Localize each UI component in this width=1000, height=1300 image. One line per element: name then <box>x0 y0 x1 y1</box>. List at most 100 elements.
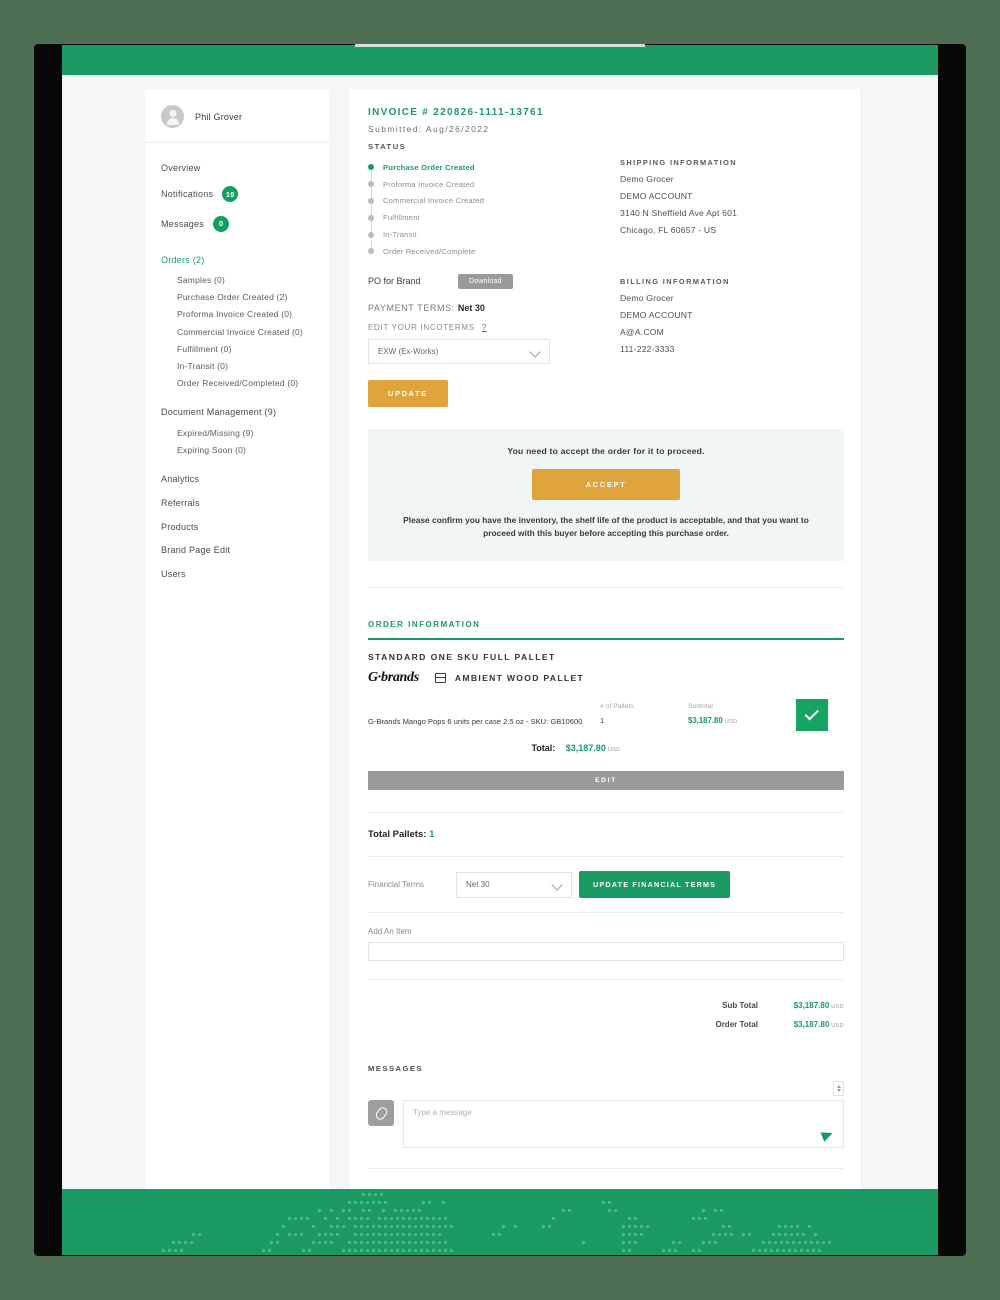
po-for-brand-label: PO for Brand <box>368 276 421 287</box>
incoterms-select[interactable]: EXW (Ex-Works) <box>368 338 550 364</box>
status-step: Proforma Invoice Created <box>368 176 614 193</box>
items-total-label: Total: <box>531 743 556 754</box>
status-heading: STATUS <box>368 142 407 151</box>
sidebar-item-label: Overview <box>161 162 201 173</box>
sidebar-item-in-transit[interactable]: In-Transit (0) <box>161 357 329 374</box>
update-financial-terms-button[interactable]: UPDATE FINANCIAL TERMS <box>579 871 731 899</box>
add-item-input[interactable] <box>368 942 844 962</box>
status-dot-icon <box>368 164 374 171</box>
sidebar-item-label: Orders (2) <box>161 254 205 265</box>
sidebar-item-label: Messages <box>161 218 205 229</box>
add-item-label: Add An Item <box>368 927 412 937</box>
send-icon[interactable] <box>820 1128 835 1142</box>
avatar <box>161 105 184 128</box>
sidebar-item-label: Brand Page Edit <box>161 545 231 556</box>
line-items: # of Pallets Subtotal G-Brands Mango Pop… <box>368 699 844 732</box>
accept-button[interactable]: ACCEPT <box>532 468 680 500</box>
profile[interactable]: Phil Grover <box>145 103 329 142</box>
total-pallets-value: 1 <box>429 829 435 841</box>
sidebar-item-document-management[interactable]: Document Management (9) <box>161 401 329 425</box>
status-dot-icon <box>368 214 374 221</box>
items-total-value: $3,187.80 <box>565 743 606 754</box>
sidebar-item-label: Users <box>161 568 186 579</box>
order-information-heading: ORDER INFORMATION <box>368 619 481 629</box>
status-timeline: Purchase Order Created Proforma Invoice … <box>368 159 614 260</box>
line-item-row: G-Brands Mango Pops 6 units per case 2.5… <box>368 716 844 727</box>
sidebar-item-expiring-soon[interactable]: Expiring Soon (0) <box>161 441 329 458</box>
sidebar-item-samples[interactable]: Samples (0) <box>161 271 329 288</box>
invoice-columns: STATUS Purchase Order Created Proforma I… <box>368 134 844 407</box>
sidebar-item-products[interactable]: Products <box>161 515 329 539</box>
section-rule <box>368 637 844 641</box>
sidebar-item-overview[interactable]: Overview <box>161 156 329 180</box>
status-dot-icon <box>368 197 374 204</box>
sidebar-item-fulfillment[interactable]: Fulfillment (0) <box>161 340 329 357</box>
item-description: G-Brands Mango Pops 6 units per case 2.5… <box>368 717 583 727</box>
items-total-currency: USD <box>607 747 621 754</box>
sidebar-item-purchase-order-created[interactable]: Purchase Order Created (2) <box>161 289 329 306</box>
sidebar-item-label: Document Management (9) <box>161 407 277 418</box>
sidebar-item-messages[interactable]: Messages 0 <box>161 209 329 239</box>
divider <box>368 586 844 588</box>
total-pallets: Total Pallets: 1 <box>368 813 844 856</box>
items-total: Total: $3,187.80 USD <box>368 743 844 753</box>
status-step: Commercial Invoice Created <box>368 193 614 210</box>
shipping-line: Chicago, FL 60657 - US <box>620 225 717 235</box>
shipping-heading: SHIPPING INFORMATION <box>620 158 737 167</box>
status-label: Proforma Invoice Created <box>383 179 475 189</box>
incoterms-label: EDIT YOUR INCOTERMS <box>368 322 475 332</box>
sidebar-item-expired-missing[interactable]: Expired/Missing (9) <box>161 424 329 441</box>
profile-name: Phil Grover <box>195 111 243 122</box>
sidebar-item-order-received-completed[interactable]: Order Received/Completed (0) <box>161 375 329 392</box>
brand-logo: G·brands <box>368 670 419 686</box>
sidebar-item-notifications[interactable]: Notifications 19 <box>161 180 329 210</box>
sidebar-item-analytics[interactable]: Analytics <box>161 468 329 492</box>
status-step: Purchase Order Created <box>368 159 614 176</box>
screen: Phil Grover Overview Notifications 19 Me… <box>62 45 938 1255</box>
order-total-amount: $3,187.80 <box>793 1020 830 1030</box>
shipping-line: DEMO ACCOUNT <box>620 191 693 201</box>
sidebar-item-orders[interactable]: Orders (2) <box>161 248 329 272</box>
main-content: INVOICE # 220826-1111-13761 Submitted: A… <box>350 89 860 1255</box>
message-placeholder: Type a message <box>413 1108 472 1118</box>
payment-terms-label: PAYMENT TERMS: <box>368 302 455 313</box>
page-body: Phil Grover Overview Notifications 19 Me… <box>62 75 938 1255</box>
sub-total-value: $3,187.80 USD <box>758 1001 844 1010</box>
message-input[interactable]: Type a message <box>403 1100 844 1149</box>
invoice-right-column: SHIPPING INFORMATION Demo Grocer DEMO AC… <box>614 134 844 407</box>
billing-line: 111-222-3333 <box>620 344 675 354</box>
billing-heading: BILLING INFORMATION <box>620 277 730 286</box>
sidebar-item-users[interactable]: Users <box>161 562 329 586</box>
status-label: Fulfillment <box>383 213 420 223</box>
pallet-box-icon <box>434 673 447 684</box>
sub-total-currency: USD <box>831 1004 844 1011</box>
confirm-item-check-button[interactable] <box>796 699 828 732</box>
messages-scroll-control[interactable] <box>368 1081 844 1097</box>
sidebar-item-commercial-invoice-created[interactable]: Commercial Invoice Created (0) <box>161 323 329 340</box>
sidebar-item-referrals[interactable]: Referrals <box>161 491 329 515</box>
app-top-bar <box>62 45 938 75</box>
sidebar: Phil Grover Overview Notifications 19 Me… <box>145 89 329 1199</box>
sidebar-item-brand-page-edit[interactable]: Brand Page Edit <box>161 538 329 562</box>
status-step: Fulfillment <box>368 209 614 226</box>
messages-badge: 0 <box>213 215 230 232</box>
incoterms-selected-value: EXW (Ex-Works) <box>378 346 439 356</box>
stepper-icon[interactable] <box>833 1081 844 1097</box>
update-button[interactable]: UPDATE <box>368 379 448 407</box>
financial-terms-value: Net 30 <box>466 880 490 890</box>
financial-terms-select[interactable]: Net 30 <box>456 871 572 898</box>
sidebar-nav: Overview Notifications 19 Messages 0 Ord… <box>145 156 329 586</box>
paperclip-icon <box>373 1105 389 1122</box>
order-total-row: Order Total $3,187.80 USD <box>368 1015 844 1034</box>
po-download-button[interactable]: Download <box>458 273 513 289</box>
line-item-header: # of Pallets Subtotal <box>368 703 844 710</box>
sidebar-item-proforma-invoice-created[interactable]: Proforma Invoice Created (0) <box>161 306 329 323</box>
attach-file-button[interactable] <box>368 1100 394 1127</box>
incoterms-help-icon[interactable]: ? <box>482 323 487 332</box>
order-total-label: Order Total <box>715 1020 758 1030</box>
invoice-title: INVOICE # 220826-1111-13761 <box>368 107 544 118</box>
messages-heading: MESSAGES <box>368 1064 424 1074</box>
edit-order-button[interactable]: EDIT <box>368 771 844 791</box>
